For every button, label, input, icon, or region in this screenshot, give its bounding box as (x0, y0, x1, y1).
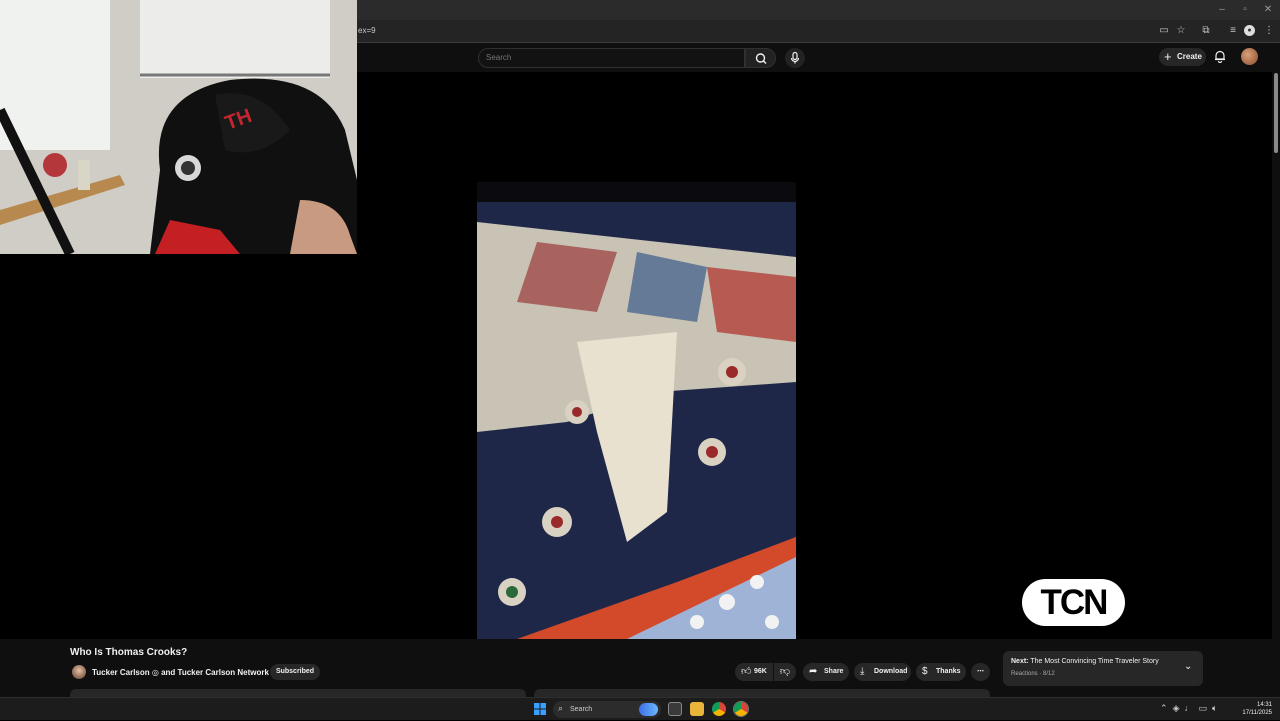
cast-icon[interactable]: ▭ (1157, 24, 1171, 38)
description-panel[interactable] (70, 689, 526, 697)
up-next-title: Next: The Most Convincing Time Traveler … (1011, 658, 1159, 665)
scrollbar-thumb[interactable] (1274, 73, 1278, 153)
mic-icon (790, 51, 800, 64)
search-box[interactable] (478, 48, 745, 68)
taskbar-search[interactable]: ⌕ Search (553, 701, 661, 718)
bell-icon (1215, 50, 1225, 63)
create-label: Create (1177, 52, 1202, 61)
share-button[interactable]: ➦ Share (803, 663, 849, 681)
video-content-image (477, 182, 796, 639)
thumbs-down-icon: 👎︎ (779, 666, 791, 677)
search-icon (755, 53, 767, 64)
download-button[interactable]: ⤓ Download (854, 663, 911, 681)
chevron-up-icon[interactable]: ⌃ (1160, 703, 1168, 713)
clock-date: 17/11/2025 (1242, 710, 1272, 716)
extensions-icon[interactable]: ⧉ (1199, 24, 1213, 38)
like-count: 96K (754, 668, 767, 675)
share-icon: ➦ (809, 666, 818, 677)
clock-time: 14:31 (1256, 702, 1272, 708)
video-frame[interactable] (477, 182, 796, 639)
dislike-button[interactable]: 👎︎ (774, 663, 796, 681)
up-next-video-title: The Most Convincing Time Traveler Story (1030, 658, 1159, 665)
share-label: Share (824, 668, 844, 675)
page-scrollbar[interactable] (1272, 43, 1280, 697)
chrome-profile-icon[interactable] (734, 702, 748, 716)
taskbar-search-label: Search (570, 706, 593, 713)
thumbs-up-icon: 👍︎ (741, 666, 752, 677)
like-button[interactable]: 👍︎ 96K (735, 663, 773, 681)
task-view-icon[interactable] (668, 702, 682, 716)
maximize-button[interactable]: ▫ (1233, 3, 1257, 17)
network-icon[interactable]: ◈ (1173, 703, 1180, 713)
menu-dots-icon[interactable]: ⋮ (1262, 24, 1276, 38)
channel-avatar[interactable] (72, 665, 86, 679)
video-title: Who Is Thomas Crooks? (70, 647, 188, 658)
reading-list-icon[interactable]: ≡ (1226, 24, 1240, 38)
up-next-card[interactable]: Next: The Most Convincing Time Traveler … (1003, 651, 1203, 686)
more-actions-button[interactable]: ⋯ (971, 663, 990, 681)
windows-taskbar: ⌕ Search ⌃ ◈ ♩ ▭ 🔈︎ 14:31 17/11/2025 (0, 697, 1280, 720)
channel-name[interactable]: Tucker Carlson ◎ and Tucker Carlson Netw… (92, 668, 269, 677)
search-input[interactable] (486, 53, 736, 62)
windows-logo-icon (534, 703, 546, 715)
account-avatar[interactable] (1241, 48, 1258, 65)
start-button[interactable] (533, 702, 547, 716)
copilot-icon[interactable] (639, 703, 658, 716)
volume-icon[interactable]: 🔈︎ (1212, 703, 1217, 713)
download-label: Download (874, 668, 908, 675)
download-icon: ⤓ (860, 666, 865, 677)
chrome-icon[interactable] (712, 702, 726, 716)
webcam-overlay: TH (0, 0, 357, 254)
chevron-down-icon[interactable]: ⌄ (1184, 661, 1192, 672)
create-button[interactable]: + Create (1159, 48, 1206, 66)
subscribed-button[interactable]: Subscribed (270, 664, 320, 680)
minimize-button[interactable]: – (1210, 3, 1234, 17)
profile-icon[interactable]: ● (1244, 25, 1255, 36)
comments-panel[interactable] (534, 689, 990, 697)
close-button[interactable]: ✕ (1256, 3, 1280, 17)
display-icon[interactable]: ▭ (1199, 703, 1208, 713)
search-icon: ⌕ (558, 703, 564, 713)
mic-icon[interactable]: ♩ (1185, 703, 1194, 713)
up-next-prefix: Next: (1011, 658, 1029, 665)
webcam-feed-image: TH (0, 0, 357, 254)
taskbar-clock[interactable]: 14:31 17/11/2025 (1240, 701, 1272, 717)
video-info-section: Who Is Thomas Crooks? Tucker Carlson ◎ a… (0, 639, 1272, 697)
search-button[interactable] (745, 48, 776, 68)
more-dots-icon: ⋯ (977, 668, 984, 675)
system-tray[interactable]: ⌃ ◈ ♩ ▭ 🔈︎ (1160, 703, 1217, 714)
up-next-playlist: Reactions · 8/12 (1011, 671, 1055, 677)
plus-icon: + (1164, 49, 1172, 64)
voice-search-button[interactable] (785, 48, 805, 68)
notifications-button[interactable] (1213, 49, 1227, 63)
bookmark-star-icon[interactable]: ☆ (1174, 24, 1188, 38)
url-text[interactable]: ex=9 (358, 26, 376, 35)
thanks-icon: $ (922, 666, 928, 677)
file-explorer-icon[interactable] (690, 702, 704, 716)
thanks-label: Thanks (936, 668, 961, 675)
thanks-button[interactable]: $ Thanks (916, 663, 966, 681)
tcn-watermark-logo: TCN (1022, 579, 1125, 626)
